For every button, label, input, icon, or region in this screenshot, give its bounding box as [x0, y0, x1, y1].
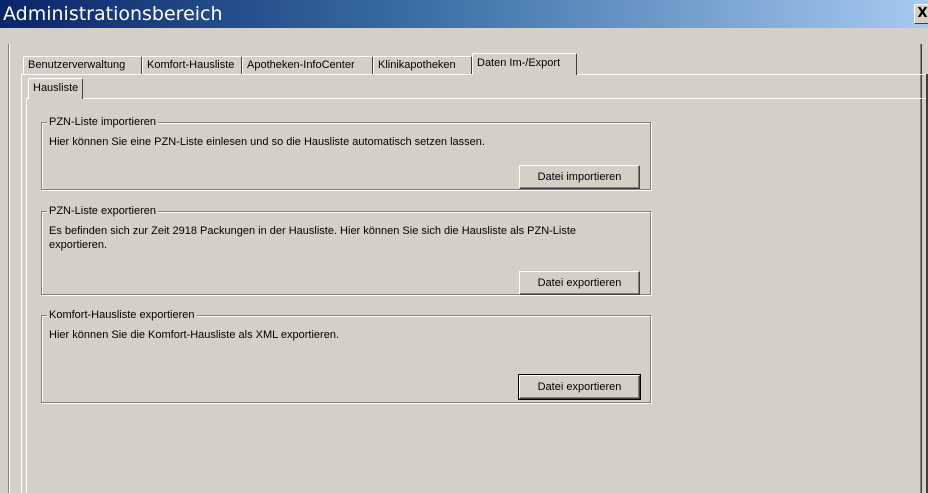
- tab-label: Benutzerverwaltung: [28, 59, 126, 71]
- subtab-label: Hausliste: [33, 82, 79, 94]
- group-description: Es befinden sich zur Zeit 2918 Packungen…: [49, 225, 577, 251]
- tab-label: Komfort-Hausliste: [147, 59, 235, 71]
- export-pzn-button[interactable]: Datei exportieren: [519, 271, 640, 295]
- tab-benutzerverwaltung[interactable]: Benutzerverwaltung: [23, 56, 142, 74]
- admin-window: Administrationsbereich X Benutzerverwalt…: [0, 0, 928, 493]
- group-komfort-export: Komfort-Hausliste exportieren Hier könne…: [41, 308, 651, 403]
- subtab-hausliste[interactable]: Hausliste: [28, 78, 84, 99]
- title-bar[interactable]: Administrationsbereich X: [0, 0, 928, 28]
- group-pzn-export: PZN-Liste exportieren Es befinden sich z…: [41, 204, 651, 295]
- window-frame-left: [8, 44, 10, 493]
- close-icon: X: [917, 6, 928, 21]
- group-title: Komfort-Hausliste exportieren: [47, 308, 197, 322]
- tab-label: Apotheken-InfoCenter: [247, 59, 355, 71]
- tab-klinikapotheken[interactable]: Klinikapotheken: [373, 56, 472, 74]
- tab-label: Klinikapotheken: [378, 59, 456, 71]
- tab-label: Daten Im-/Export: [477, 57, 561, 69]
- group-title: PZN-Liste importieren: [47, 115, 158, 129]
- window-title: Administrationsbereich: [3, 3, 223, 25]
- export-komfort-button[interactable]: Datei exportieren: [518, 374, 641, 400]
- group-description: Hier können Sie eine PZN-Liste einlesen …: [49, 136, 485, 148]
- group-pzn-import: PZN-Liste importieren Hier können Sie ei…: [41, 115, 651, 190]
- tab-apotheken-infocenter[interactable]: Apotheken-InfoCenter: [242, 56, 373, 74]
- group-title: PZN-Liste exportieren: [47, 204, 158, 218]
- tab-daten-im-export[interactable]: Daten Im-/Export: [472, 53, 577, 75]
- import-file-button[interactable]: Datei importieren: [519, 165, 640, 189]
- close-button[interactable]: X: [914, 4, 928, 24]
- group-description: Hier können Sie die Komfort-Hausliste al…: [49, 329, 340, 341]
- tab-komfort-hausliste[interactable]: Komfort-Hausliste: [142, 56, 242, 74]
